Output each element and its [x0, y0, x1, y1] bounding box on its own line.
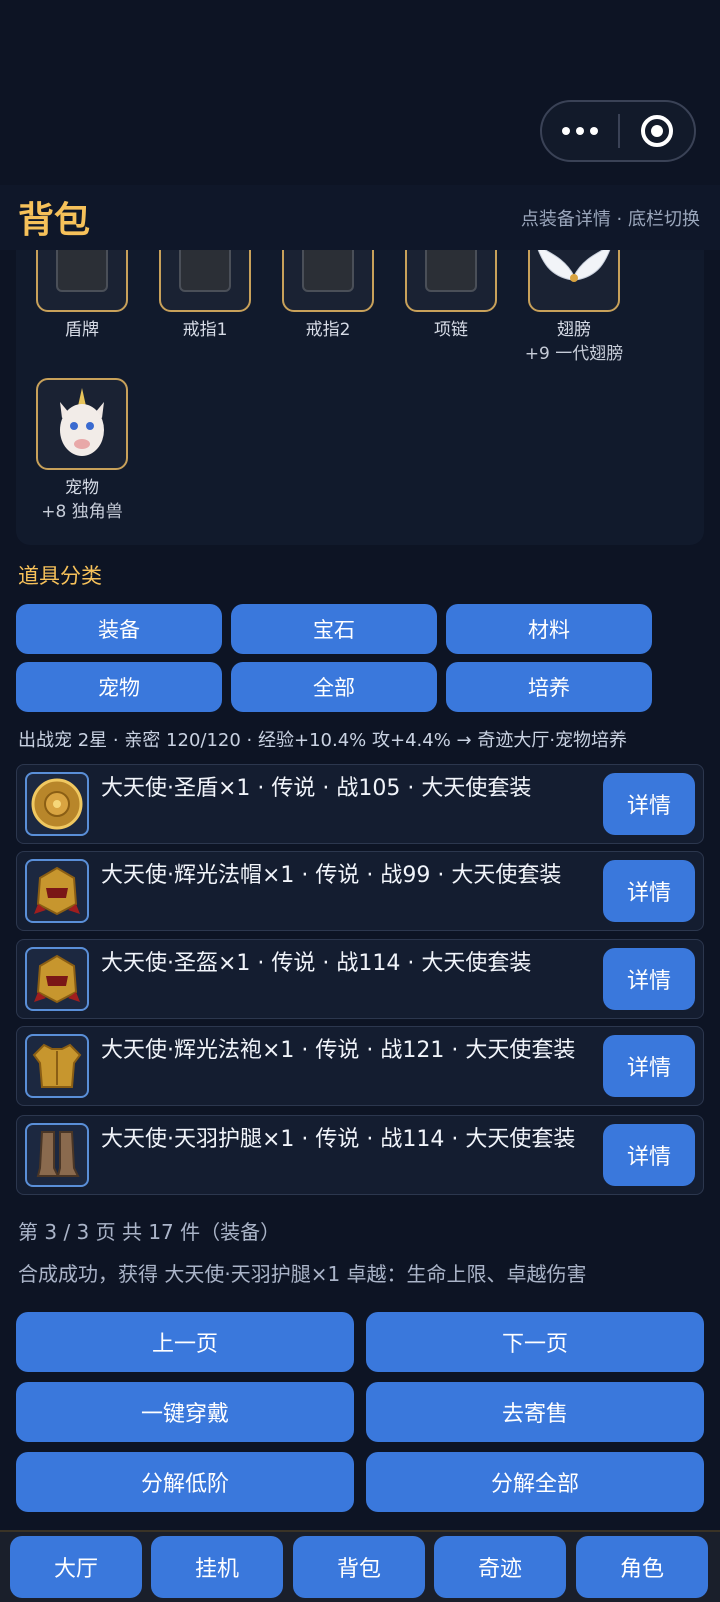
- item-detail-button[interactable]: 详情: [603, 860, 695, 922]
- miniprogram-capsule: [540, 100, 696, 162]
- category-train-button[interactable]: 培养: [446, 662, 652, 712]
- slot-label: 戒指1: [182, 320, 228, 340]
- equipment-panel: 盾牌 戒指1 戒指2 项链 翅膀 +9 一代翅膀 宠物 +8 独角兽: [16, 250, 704, 545]
- status-message: 合成成功，获得 大天使·天羽护腿×1 卓越：生命上限、卓越伤害: [18, 1262, 587, 1286]
- equip-slot-necklace[interactable]: 项链: [403, 250, 499, 342]
- equip-slot-wings[interactable]: 翅膀 +9 一代翅膀: [525, 250, 623, 366]
- boots-icon: [25, 1123, 89, 1187]
- header-hint: 点装备详情 · 底栏切换: [520, 209, 700, 230]
- item-detail-button[interactable]: 详情: [603, 948, 695, 1010]
- item-detail-button[interactable]: 详情: [603, 1124, 695, 1186]
- slot-label: 戒指2: [305, 320, 351, 340]
- item-detail-button[interactable]: 详情: [603, 773, 695, 835]
- slot-item-name: +8 独角兽: [41, 502, 123, 522]
- equip-slot-shield[interactable]: 盾牌: [34, 250, 130, 342]
- slot-label: 项链: [434, 320, 468, 340]
- bottom-tab-bar: 大厅 挂机 背包 奇迹 角色: [0, 1530, 720, 1602]
- empty-slot-icon: [159, 250, 251, 312]
- category-section-title: 道具分类: [18, 564, 102, 588]
- tab-idle[interactable]: 挂机: [151, 1536, 283, 1598]
- equip-slot-ring1[interactable]: 戒指1: [157, 250, 253, 342]
- tab-backpack[interactable]: 背包: [293, 1536, 425, 1598]
- equip-all-button[interactable]: 一键穿戴: [16, 1382, 354, 1442]
- next-page-button[interactable]: 下一页: [366, 1312, 704, 1372]
- tab-lobby[interactable]: 大厅: [10, 1536, 142, 1598]
- page-header: 背包 点装备详情 · 底栏切换: [0, 185, 720, 250]
- target-icon: [641, 115, 673, 147]
- slot-label: 翅膀: [557, 320, 591, 340]
- list-item: 大天使·圣盾×1 · 传说 · 战105 · 大天使套装 详情: [16, 764, 704, 844]
- decompose-all-button[interactable]: 分解全部: [366, 1452, 704, 1512]
- list-item: 大天使·圣盔×1 · 传说 · 战114 · 大天使套装 详情: [16, 939, 704, 1019]
- unicorn-pet-icon: [36, 378, 128, 470]
- item-detail-button[interactable]: 详情: [603, 1035, 695, 1097]
- helmet-icon: [25, 859, 89, 923]
- slot-label: 宠物: [65, 478, 99, 498]
- category-pet-button[interactable]: 宠物: [16, 662, 222, 712]
- tab-miracle[interactable]: 奇迹: [434, 1536, 566, 1598]
- prev-page-button[interactable]: 上一页: [16, 1312, 354, 1372]
- equip-slot-pet[interactable]: 宠物 +8 独角兽: [34, 378, 130, 524]
- category-gem-button[interactable]: 宝石: [231, 604, 437, 654]
- slot-label: 盾牌: [65, 320, 99, 340]
- empty-slot-icon: [405, 250, 497, 312]
- more-options-icon[interactable]: [542, 102, 618, 160]
- wings-icon: [528, 250, 620, 312]
- decompose-low-button[interactable]: 分解低阶: [16, 1452, 354, 1512]
- empty-slot-icon: [36, 250, 128, 312]
- slot-item-name: +9 一代翅膀: [524, 344, 624, 364]
- item-text: 大天使·圣盔×1 · 传说 · 战114 · 大天使套装: [101, 951, 532, 976]
- shield-icon: [25, 772, 89, 836]
- list-item: 大天使·天羽护腿×1 · 传说 · 战114 · 大天使套装 详情: [16, 1115, 704, 1195]
- tab-character[interactable]: 角色: [576, 1536, 708, 1598]
- page-title: 背包: [18, 200, 91, 241]
- category-material-button[interactable]: 材料: [446, 604, 652, 654]
- category-equipment-button[interactable]: 装备: [16, 604, 222, 654]
- list-item: 大天使·辉光法帽×1 · 传说 · 战99 · 大天使套装 详情: [16, 851, 704, 931]
- item-text: 大天使·圣盾×1 · 传说 · 战105 · 大天使套装: [101, 776, 532, 801]
- armor-icon: [25, 1034, 89, 1098]
- pagination-info: 第 3 / 3 页 共 17 件（装备）: [18, 1220, 281, 1244]
- empty-slot-icon: [282, 250, 374, 312]
- equip-slot-ring2[interactable]: 戒指2: [280, 250, 376, 342]
- go-sell-button[interactable]: 去寄售: [366, 1382, 704, 1442]
- list-item: 大天使·辉光法袍×1 · 传说 · 战121 · 大天使套装 详情: [16, 1026, 704, 1106]
- item-text: 大天使·天羽护腿×1 · 传说 · 战114 · 大天使套装: [101, 1127, 576, 1152]
- item-text: 大天使·辉光法袍×1 · 传说 · 战121 · 大天使套装: [101, 1038, 576, 1063]
- item-text: 大天使·辉光法帽×1 · 传说 · 战99 · 大天使套装: [101, 863, 562, 888]
- helmet-icon: [25, 947, 89, 1011]
- close-miniprogram-button[interactable]: [620, 115, 694, 147]
- pet-status-line[interactable]: 出战宠 2星 · 亲密 120/120 · 经验+10.4% 攻+4.4% → …: [18, 726, 627, 752]
- category-all-button[interactable]: 全部: [231, 662, 437, 712]
